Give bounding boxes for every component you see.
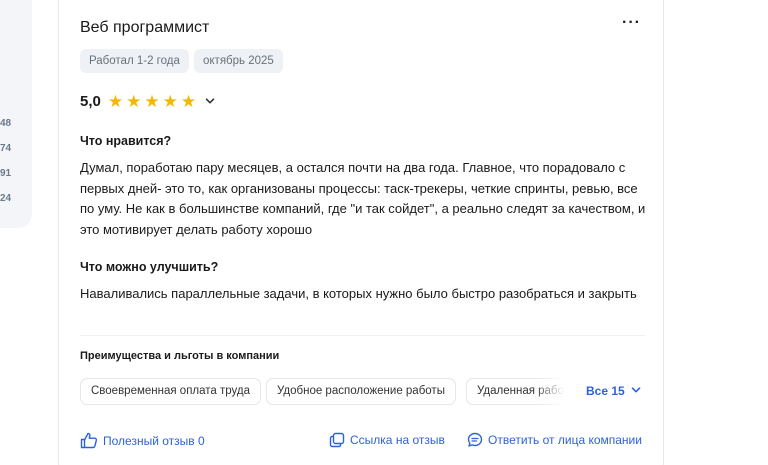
pros-text: Думал, поработаю пару месяцев, а остался… [80, 160, 646, 237]
divider [80, 335, 645, 336]
benefits-title: Преимущества и льготы в компании [80, 350, 280, 362]
cons-title: Что можно улучшить? [80, 260, 219, 274]
chat-icon [467, 432, 483, 448]
star-icon: ★ [180, 91, 197, 111]
copy-link-label: Ссылка на отзыв [350, 433, 445, 447]
star-icon: ★ [144, 91, 160, 111]
rating-value: 5,0 [80, 92, 101, 110]
pros-title: Что нравится? [80, 134, 172, 148]
sidebar-count: 91 [0, 168, 12, 179]
rating: 5,0 ★ ★ ★ ★ ★ [80, 91, 215, 111]
sidebar-count: 24 [0, 193, 12, 204]
experience-tag: Работал 1-2 года [80, 49, 189, 73]
helpful-button[interactable]: Полезный отзыв 0 [80, 432, 205, 449]
benefits-fade [534, 377, 570, 406]
all-benefits-button[interactable]: Все 15 [586, 384, 641, 398]
date-tag: октябрь 2025 [194, 49, 283, 73]
star-icon: ★ [162, 91, 178, 111]
review-title: Веб программист [80, 19, 210, 36]
reply-label: Ответить от лица компании [488, 433, 642, 447]
copy-link-button[interactable]: Ссылка на отзыв [329, 432, 445, 448]
helpful-label: Полезный отзыв 0 [103, 433, 205, 448]
more-icon[interactable]: ··· [622, 14, 641, 32]
chevron-down-icon [631, 384, 641, 398]
benefit-chip[interactable]: Удобное расположение работы [266, 378, 456, 405]
chevron-down-icon[interactable] [205, 96, 215, 106]
sidebar-count: 74 [0, 143, 12, 154]
reply-button[interactable]: Ответить от лица компании [467, 432, 642, 448]
benefit-chip[interactable]: Своевременная оплата труда [80, 378, 262, 405]
star-icon: ★ [107, 91, 124, 111]
link-icon [329, 432, 345, 448]
star-icon: ★ [126, 91, 142, 111]
thumbs-up-icon [80, 432, 98, 449]
cons-text: Наваливались параллельные задачи, в кото… [80, 286, 637, 301]
all-benefits-label: Все 15 [586, 384, 625, 398]
sidebar-count: 48 [0, 118, 12, 129]
